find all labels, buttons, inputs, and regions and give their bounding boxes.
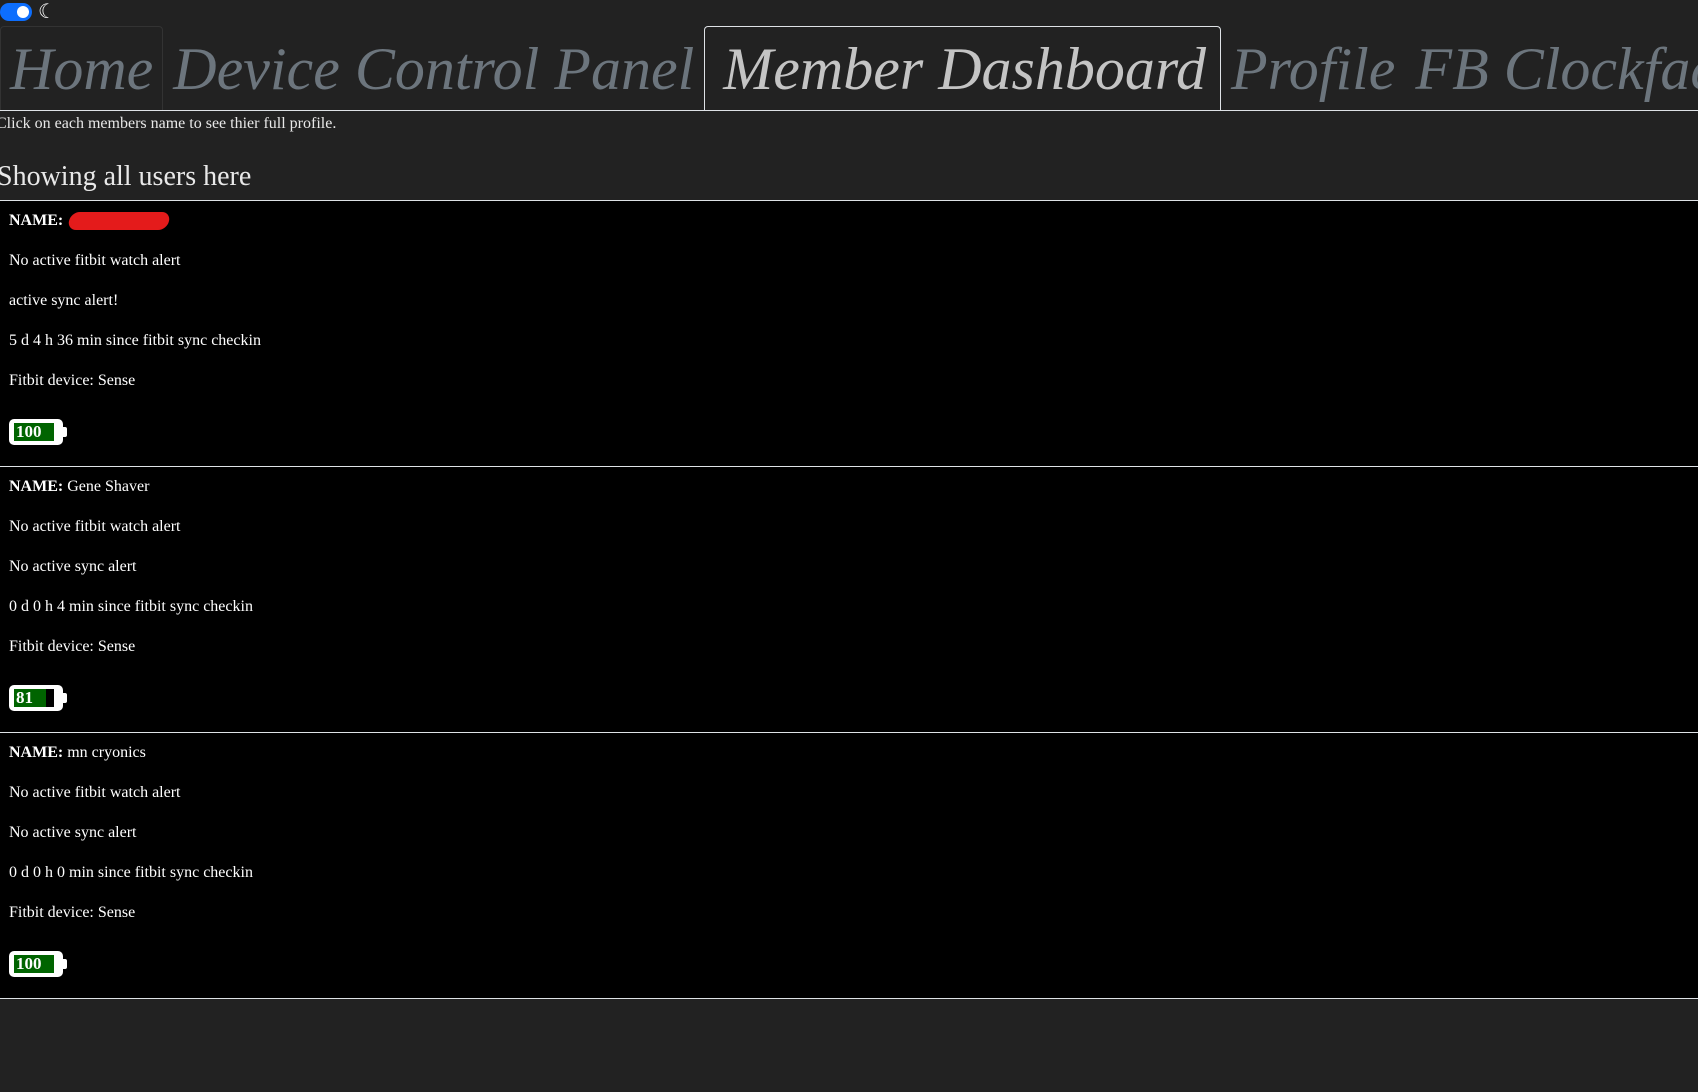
fitbit-device: Fitbit device: Sense — [9, 904, 136, 921]
user-name-link[interactable]: NAME: — [9, 212, 172, 231]
sync-checkin-time: 0 d 0 h 0 min since fitbit sync checkin — [9, 864, 253, 881]
user-card: NAME: No active fitbit watch alert active… — [0, 201, 1698, 467]
battery-percent: 100 — [16, 954, 42, 973]
user-name-link[interactable]: NAME: Gene Shaver — [9, 478, 149, 496]
top-bar: ☾ — [0, 0, 1698, 26]
sync-alert-status: No active sync alert — [9, 824, 137, 841]
sync-alert-status: active sync alert! — [9, 292, 119, 309]
redacted-name-mark — [67, 212, 172, 231]
nav-tabs: Home Device Control Panel Member Dashboa… — [0, 26, 1698, 111]
sync-checkin-time: 0 d 0 h 4 min since fitbit sync checkin — [9, 598, 253, 615]
sync-alert-status: No active sync alert — [9, 558, 137, 575]
battery-track: 81 — [14, 688, 54, 707]
watch-alert-status: No active fitbit watch alert — [9, 784, 181, 801]
user-name-link[interactable]: NAME: mn cryonics — [9, 744, 146, 762]
battery-terminal — [63, 959, 67, 969]
name-label: NAME: — [9, 212, 64, 229]
sync-checkin-time: 5 d 4 h 36 min since fitbit sync checkin — [9, 332, 261, 349]
tab-home[interactable]: Home — [0, 26, 164, 110]
name-label: NAME: — [9, 478, 64, 495]
battery-track: 100 — [14, 422, 54, 441]
dark-mode-toggle[interactable] — [0, 3, 32, 21]
battery-indicator: 81 — [9, 685, 67, 711]
user-card: NAME: mn cryonics No active fitbit watch … — [0, 733, 1698, 999]
battery-terminal — [63, 693, 67, 703]
battery-percent: 81 — [16, 688, 33, 707]
user-list: NAME: No active fitbit watch alert active… — [0, 200, 1698, 999]
tab-device-control-panel[interactable]: Device Control Panel — [163, 26, 704, 110]
user-name: Gene Shaver — [67, 478, 150, 495]
watch-alert-status: No active fitbit watch alert — [9, 252, 181, 269]
tab-fb-clockface[interactable]: FB Clockface — [1405, 26, 1698, 110]
name-label: NAME: — [9, 744, 64, 761]
toggle-knob — [17, 6, 29, 18]
battery-terminal — [63, 427, 67, 437]
moon-icon: ☾ — [38, 1, 56, 23]
battery-track: 100 — [14, 954, 54, 973]
battery-percent: 100 — [16, 422, 42, 441]
watch-alert-status: No active fitbit watch alert — [9, 518, 181, 535]
battery-indicator: 100 — [9, 951, 67, 977]
user-card: NAME: Gene Shaver No active fitbit watch … — [0, 467, 1698, 733]
tab-member-dashboard[interactable]: Member Dashboard — [704, 26, 1221, 110]
fitbit-device: Fitbit device: Sense — [9, 372, 136, 389]
tab-profile[interactable]: Profile — [1221, 26, 1405, 110]
intro-text: Click on each members name to see thier … — [0, 115, 337, 132]
page-heading: Showing all users here — [0, 161, 252, 192]
fitbit-device: Fitbit device: Sense — [9, 638, 136, 655]
battery-indicator: 100 — [9, 419, 67, 445]
user-name: mn cryonics — [67, 744, 146, 761]
